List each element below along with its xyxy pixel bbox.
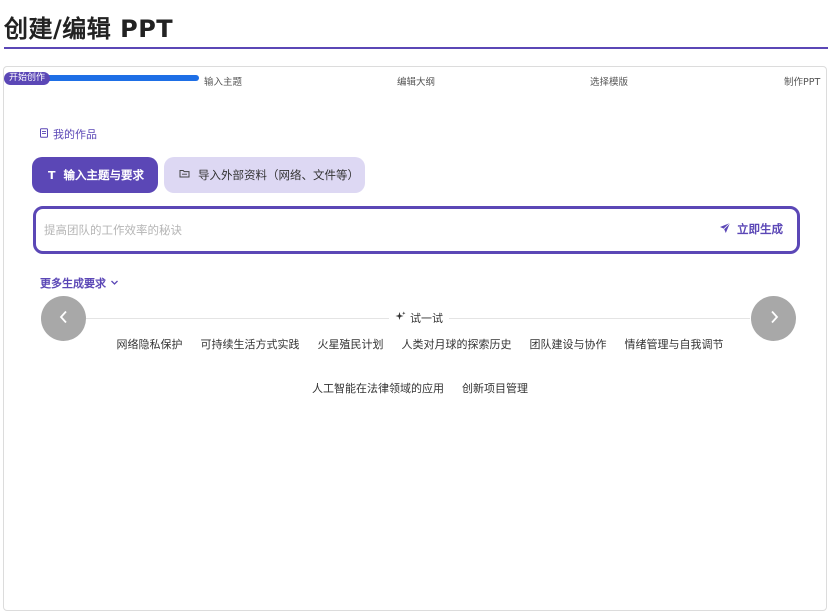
- chevron-right-icon: [766, 309, 782, 329]
- suggestion-list: 网络隐私保护 可持续生活方式实践 火星殖民计划 人类对月球的探索历史 团队建设与…: [64, 337, 776, 397]
- generate-button[interactable]: 立即生成: [719, 221, 783, 237]
- suggestion-item[interactable]: 情绪管理与自我调节: [616, 337, 733, 353]
- step-make-ppt: 制作PPT: [784, 77, 821, 88]
- topic-input[interactable]: [44, 219, 684, 241]
- step-choose-template: 选择模版: [590, 77, 629, 88]
- suggestion-item[interactable]: 可持续生活方式实践: [192, 337, 309, 353]
- suggestion-item[interactable]: 人类对月球的探索历史: [393, 337, 521, 353]
- folder-icon: [179, 168, 190, 182]
- page-title: 创建/编辑 PPT: [4, 15, 174, 43]
- suggestion-item[interactable]: 火星殖民计划: [309, 337, 393, 353]
- try-label-text: 试一试: [410, 312, 443, 325]
- main-card: 开始创作 输入主题 编辑大纲 选择模版 制作PPT 我的作品 T 输入主题与要求…: [3, 66, 827, 611]
- chevron-down-icon: [110, 277, 119, 290]
- tab-import-materials-label: 导入外部资料（网络、文件等）: [198, 168, 359, 182]
- sparkle-icon: [395, 311, 406, 325]
- my-works-label: 我的作品: [53, 128, 97, 141]
- step-edit-outline: 编辑大纲: [397, 77, 436, 88]
- document-icon: [39, 127, 49, 141]
- send-icon: [719, 222, 731, 237]
- suggestion-item[interactable]: 网络隐私保护: [108, 337, 192, 353]
- topic-input-box: 立即生成: [33, 206, 800, 254]
- more-requirements-toggle[interactable]: 更多生成要求: [40, 275, 119, 291]
- progress-badge: 开始创作: [4, 72, 51, 85]
- tab-input-topic-label: 输入主题与要求: [63, 168, 145, 182]
- step-input-topic: 输入主题: [204, 77, 243, 88]
- suggestion-item[interactable]: 人工智能在法律领域的应用: [303, 381, 453, 397]
- text-icon: T: [48, 168, 56, 182]
- suggestion-item[interactable]: 创新项目管理: [453, 381, 537, 397]
- more-requirements-label: 更多生成要求: [40, 277, 106, 290]
- chevron-left-icon: [56, 309, 72, 329]
- my-works-link[interactable]: 我的作品: [39, 126, 97, 142]
- try-label: 试一试: [389, 310, 449, 326]
- carousel-prev-button[interactable]: [41, 296, 86, 341]
- generate-button-label: 立即生成: [737, 222, 783, 236]
- tab-import-materials[interactable]: 导入外部资料（网络、文件等）: [164, 157, 365, 193]
- title-divider: [4, 47, 828, 49]
- tab-input-topic[interactable]: T 输入主题与要求: [32, 157, 158, 193]
- suggestion-item[interactable]: 团队建设与协作: [521, 337, 616, 353]
- carousel-next-button[interactable]: [751, 296, 796, 341]
